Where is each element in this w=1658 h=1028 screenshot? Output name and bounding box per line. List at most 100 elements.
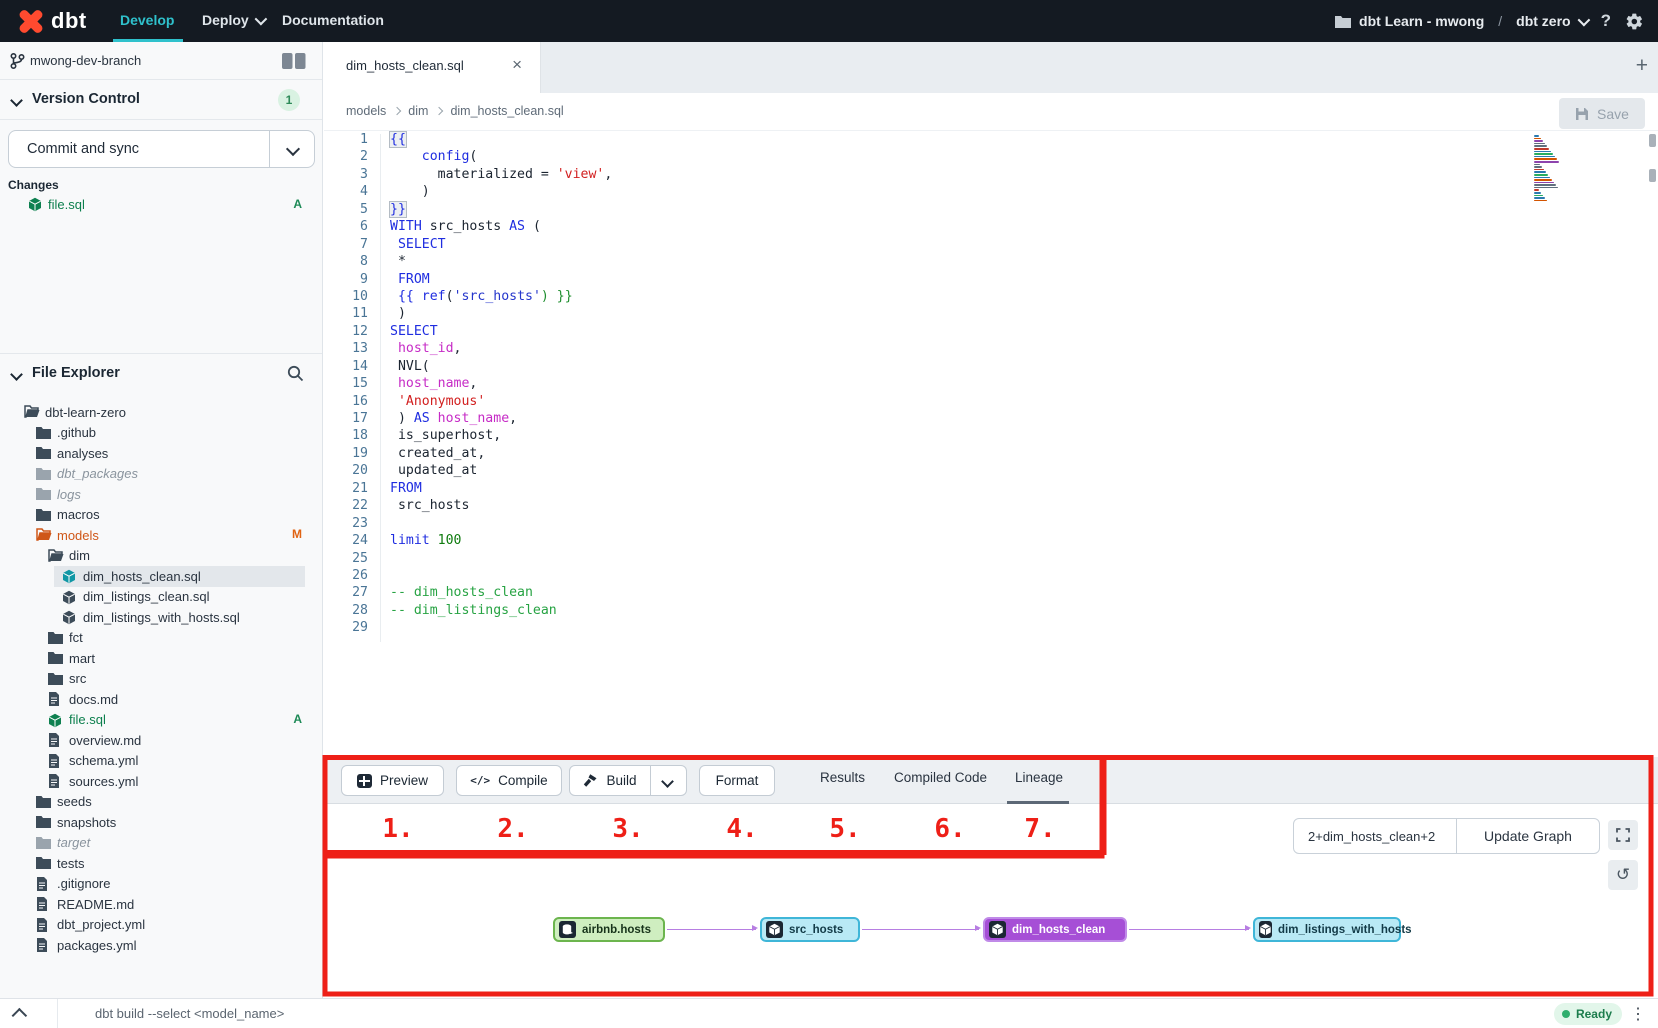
nav-documentation[interactable]: Documentation xyxy=(282,12,384,28)
nav-deploy[interactable]: Deploy xyxy=(202,12,264,28)
tree-item-sources-yml[interactable]: sources.yml xyxy=(0,771,322,792)
tab-dim-hosts-clean[interactable]: dim_hosts_clean.sql × xyxy=(324,42,541,93)
code-line[interactable]: 8 * xyxy=(324,253,1658,270)
code-line[interactable]: 15 host_name, xyxy=(324,375,1658,392)
tree-item-dim-listings-clean-sql[interactable]: dim_listings_clean.sql xyxy=(0,587,322,608)
code-line[interactable]: 13 host_id, xyxy=(324,340,1658,357)
scrollbar-thumb[interactable] xyxy=(1649,134,1656,147)
changed-file-row[interactable]: file.sql A xyxy=(0,194,322,216)
compile-button[interactable]: </> Compile xyxy=(456,765,562,796)
lineage-node-dim-hosts-clean[interactable]: dim_hosts_clean xyxy=(983,917,1127,942)
tree-item-models[interactable]: modelsM xyxy=(0,525,322,546)
code-line[interactable]: 14 NVL( xyxy=(324,358,1658,375)
tree-item-snapshots[interactable]: snapshots xyxy=(0,812,322,833)
code-line[interactable]: 18 is_superhost, xyxy=(324,427,1658,444)
preview-button[interactable]: Preview xyxy=(341,765,444,796)
lineage-selector-input[interactable]: 2+dim_hosts_clean+2 xyxy=(1294,819,1456,853)
tree-item-docs-md[interactable]: docs.md xyxy=(0,689,322,710)
tree-item-dim[interactable]: dim xyxy=(0,546,322,567)
code-line[interactable]: 21FROM xyxy=(324,480,1658,497)
code-line[interactable]: 5}} xyxy=(324,201,1658,218)
code-line[interactable]: 27-- dim_hosts_clean xyxy=(324,584,1658,601)
tree-item-fct[interactable]: fct xyxy=(0,628,322,649)
project-selector[interactable]: dbt Learn - mwong xyxy=(1335,13,1484,29)
code-line[interactable]: 23 xyxy=(324,515,1658,532)
tree-item-packages-yml[interactable]: packages.yml xyxy=(0,935,322,956)
new-tab-button[interactable]: + xyxy=(1636,54,1648,78)
kebab-menu-icon[interactable]: ⋮ xyxy=(1630,1004,1646,1024)
update-graph-button[interactable]: Update Graph xyxy=(1456,819,1599,853)
expand-panel-chevron[interactable] xyxy=(12,1008,28,1024)
fullscreen-button[interactable] xyxy=(1608,820,1638,850)
code-line[interactable]: 20 updated_at xyxy=(324,462,1658,479)
tree-item-seeds[interactable]: seeds xyxy=(0,792,322,813)
tree-item-dbt-project-yml[interactable]: dbt_project.yml xyxy=(0,915,322,936)
chevron-down-icon[interactable] xyxy=(286,142,300,156)
commit-and-sync-button[interactable]: Commit and sync xyxy=(8,130,315,168)
lineage-node-airbnb-hosts[interactable]: airbnb.hosts xyxy=(553,917,665,942)
tree-item-dim-hosts-clean-sql[interactable]: dim_hosts_clean.sql xyxy=(0,566,322,587)
code-line[interactable]: 11 ) xyxy=(324,305,1658,322)
code-line[interactable]: 19 created_at, xyxy=(324,445,1658,462)
code-line[interactable]: 28-- dim_listings_clean xyxy=(324,602,1658,619)
code-line[interactable]: 24limit 100 xyxy=(324,532,1658,549)
code-line[interactable]: 25 xyxy=(324,550,1658,567)
environment-selector[interactable]: dbt zero xyxy=(1516,13,1586,29)
tree-item-readme-md[interactable]: README.md xyxy=(0,894,322,915)
code-line[interactable]: 22 src_hosts xyxy=(324,497,1658,514)
code-line[interactable]: 4 ) xyxy=(324,183,1658,200)
code-line[interactable]: 29 xyxy=(324,619,1658,636)
tree-item-file-sql[interactable]: file.sqlA xyxy=(0,710,322,731)
tree-item-target[interactable]: target xyxy=(0,833,322,854)
code-line[interactable]: 16 'Anonymous' xyxy=(324,393,1658,410)
command-input[interactable]: dbt build --select <model_name> xyxy=(95,1006,284,1021)
nav-develop[interactable]: Develop xyxy=(120,12,174,28)
code-line[interactable]: 7 SELECT xyxy=(324,236,1658,253)
file-explorer-header[interactable]: File Explorer xyxy=(0,353,322,395)
tree-item-src[interactable]: src xyxy=(0,669,322,690)
tree-item-macros[interactable]: macros xyxy=(0,505,322,526)
tree-item-tests[interactable]: tests xyxy=(0,853,322,874)
tree-item-schema-yml[interactable]: schema.yml xyxy=(0,751,322,772)
tree-item-dbt-packages[interactable]: dbt_packages xyxy=(0,464,322,485)
tree-item-overview-md[interactable]: overview.md xyxy=(0,730,322,751)
git-branch-row[interactable]: mwong-dev-branch xyxy=(0,42,322,80)
tree-item-logs[interactable]: logs xyxy=(0,484,322,505)
lineage-node-src-hosts[interactable]: src_hosts xyxy=(760,917,860,942)
save-button[interactable]: Save xyxy=(1559,98,1645,129)
gear-icon[interactable] xyxy=(1625,12,1644,31)
tree-item-mart[interactable]: mart xyxy=(0,648,322,669)
tab-lineage[interactable]: Lineage xyxy=(1015,770,1063,785)
close-icon[interactable]: × xyxy=(512,55,522,75)
code-line[interactable]: 2 config( xyxy=(324,148,1658,165)
tree-item--github[interactable]: .github xyxy=(0,423,322,444)
cube-icon xyxy=(62,590,76,608)
build-button[interactable]: Build xyxy=(569,765,651,796)
version-control-header[interactable]: Version Control 1 xyxy=(0,80,322,120)
minimap[interactable] xyxy=(1534,135,1566,202)
tree-item-dim-listings-with-hosts-sql[interactable]: dim_listings_with_hosts.sql xyxy=(0,607,322,628)
code-line[interactable]: 9 FROM xyxy=(324,271,1658,288)
help-icon[interactable]: ? xyxy=(1601,11,1611,31)
code-line[interactable]: 12SELECT xyxy=(324,323,1658,340)
code-line[interactable]: 6WITH src_hosts AS ( xyxy=(324,218,1658,235)
code-editor[interactable]: 1{{2 config(3 materialized = 'view',4 )5… xyxy=(324,131,1658,757)
scrollbar-thumb[interactable] xyxy=(1649,169,1656,182)
tree-item-analyses[interactable]: analyses xyxy=(0,443,322,464)
format-button[interactable]: Format xyxy=(699,765,775,796)
dbt-logo[interactable]: dbt xyxy=(18,5,98,37)
code-line[interactable]: 17 ) AS host_name, xyxy=(324,410,1658,427)
build-options-chevron[interactable] xyxy=(651,765,687,796)
tab-results[interactable]: Results xyxy=(820,770,865,785)
tree-item--gitignore[interactable]: .gitignore xyxy=(0,874,322,895)
tree-item-dbt-learn-zero[interactable]: dbt-learn-zero xyxy=(0,402,322,423)
tab-compiled-code[interactable]: Compiled Code xyxy=(894,770,987,785)
code-line[interactable]: 10 {{ ref('src_hosts') }} xyxy=(324,288,1658,305)
lineage-node-dim-listings-with-hosts[interactable]: dim_listings_with_hosts xyxy=(1253,917,1401,942)
docs-panels-icon[interactable] xyxy=(282,53,306,69)
search-icon[interactable] xyxy=(287,365,304,382)
code-line[interactable]: 3 materialized = 'view', xyxy=(324,166,1658,183)
code-line[interactable]: 1{{ xyxy=(324,131,1658,148)
reset-view-button[interactable]: ↺ xyxy=(1608,860,1638,890)
code-line[interactable]: 26 xyxy=(324,567,1658,584)
